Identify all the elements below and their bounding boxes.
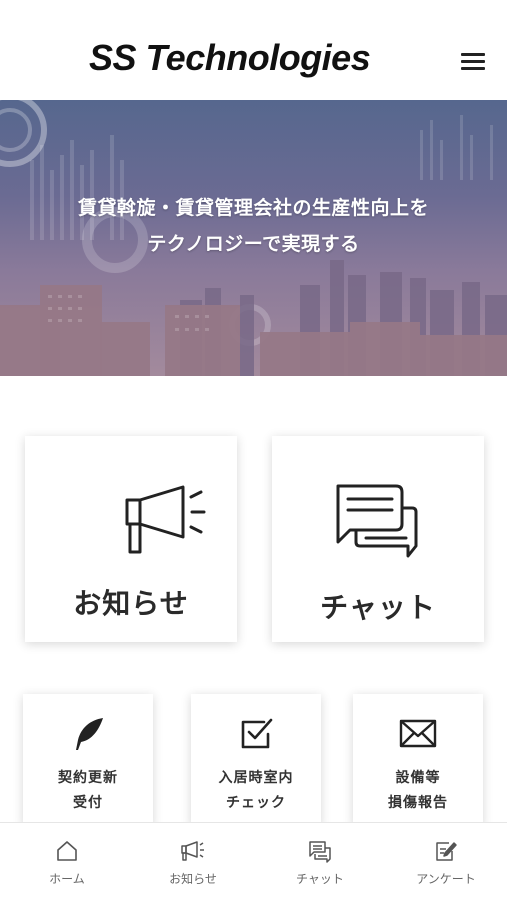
contract-renewal-label: 契約更新 受付	[58, 770, 118, 811]
bottom-navigation: ホーム お知らせ チャット アンケート	[0, 822, 507, 900]
nav-tab-chat[interactable]: チャット	[257, 823, 383, 900]
chat-card-label: チャット	[320, 591, 436, 624]
megaphone-icon	[181, 841, 204, 861]
brand-logo[interactable]: SS Technologies	[89, 40, 371, 76]
news-card-label: お知らせ	[73, 587, 189, 620]
damage-report-card-button[interactable]: 設備等 損傷報告	[353, 694, 483, 826]
menu-bar	[461, 60, 485, 63]
chat-bubbles-icon	[336, 484, 418, 558]
nav-label-news: お知らせ	[169, 872, 217, 886]
move-in-check-card-button[interactable]: 入居時室内 チェック	[191, 694, 321, 826]
envelope-icon	[399, 719, 437, 748]
app-header: SS Technologies	[0, 0, 507, 100]
home-icon	[57, 841, 77, 861]
nav-label-chat: チャット	[296, 872, 344, 886]
contract-renewal-card-button[interactable]: 契約更新 受付	[23, 694, 153, 826]
chat-card-button[interactable]: チャット	[272, 436, 484, 642]
hero-tagline: 賃貸斡旋・賃貸管理会社の生産性向上を テクノロジーで実現する	[0, 190, 507, 262]
megaphone-icon	[125, 485, 206, 554]
news-card-button[interactable]: お知らせ	[25, 436, 237, 642]
nav-label-survey: アンケート	[416, 872, 476, 886]
hamburger-menu-icon[interactable]	[458, 50, 488, 74]
move-in-check-label: 入居時室内 チェック	[218, 770, 294, 811]
survey-edit-icon	[436, 842, 457, 861]
hero-tagline-line2: テクノロジーで実現する	[147, 233, 360, 255]
hero-tagline-line1: 賃貸斡旋・賃貸管理会社の生産性向上を	[77, 197, 429, 219]
nav-tab-news[interactable]: お知らせ	[130, 823, 256, 900]
checkbox-icon	[241, 718, 273, 749]
hero-banner: 賃貸斡旋・賃貸管理会社の生産性向上を テクノロジーで実現する	[0, 100, 507, 376]
nav-tab-home[interactable]: ホーム	[4, 823, 130, 900]
chat-bubbles-icon	[309, 841, 331, 863]
nav-tab-survey[interactable]: アンケート	[383, 823, 507, 900]
feather-pen-icon	[76, 718, 103, 750]
menu-bar	[461, 53, 485, 56]
menu-bar	[461, 67, 485, 70]
nav-label-home: ホーム	[49, 872, 85, 886]
damage-report-label: 設備等 損傷報告	[388, 770, 448, 811]
